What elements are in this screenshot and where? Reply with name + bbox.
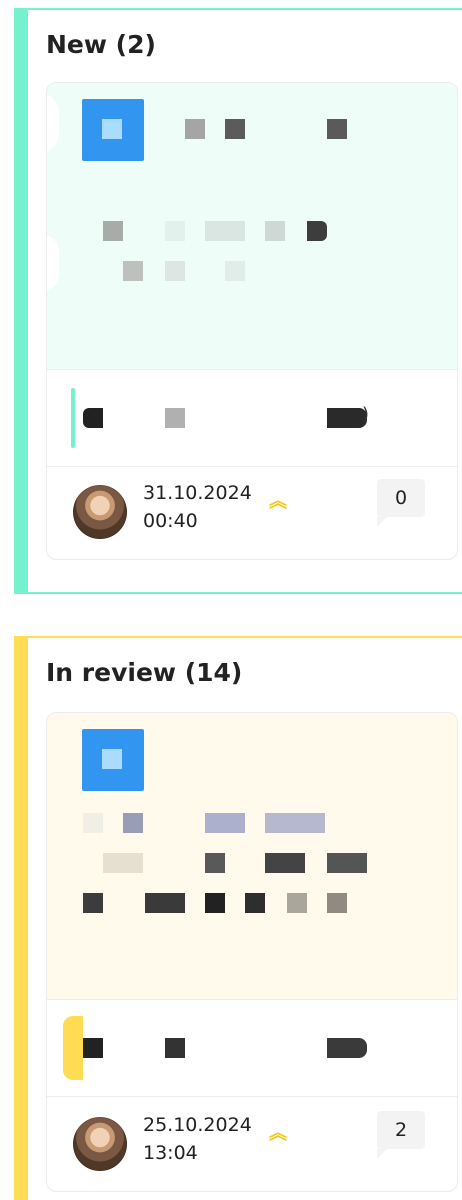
chevrons-up-icon: ︽	[269, 1123, 287, 1144]
card-preview	[47, 83, 457, 369]
card-date: 31.10.2024 00:40	[143, 482, 252, 532]
status-accent	[71, 388, 75, 448]
card-meta	[47, 999, 457, 1097]
app-tile-icon	[82, 99, 144, 161]
blurred-text	[145, 893, 185, 913]
column-in-review: In review (14) 25.10.2024 13:04 ︽ 2	[14, 636, 462, 1200]
blurred-text	[103, 853, 143, 873]
status-accent	[63, 1016, 83, 1080]
blurred-text	[327, 893, 347, 913]
blurred-text	[327, 119, 347, 139]
blurred-text	[307, 221, 327, 241]
blurred-text	[205, 853, 225, 873]
blurred-text	[265, 853, 305, 873]
blurred-text	[205, 893, 225, 913]
blurred-text	[327, 853, 367, 873]
blurred-text	[123, 813, 143, 833]
blurred-text	[83, 408, 103, 428]
blurred-text	[327, 1038, 367, 1058]
avatar[interactable]	[73, 1117, 127, 1171]
blurred-text	[265, 221, 285, 241]
task-card[interactable]: ) 31.10.2024 00:40 ︽ 0	[46, 82, 458, 560]
blurred-text	[185, 119, 205, 139]
blurred-text	[123, 261, 143, 281]
task-card[interactable]: 25.10.2024 13:04 ︽ 2	[46, 712, 458, 1192]
card-preview	[47, 713, 457, 999]
comment-count[interactable]: 2	[377, 1111, 425, 1159]
blurred-text	[225, 261, 245, 281]
meta-symbol: )	[361, 404, 369, 425]
comment-count[interactable]: 0	[377, 479, 425, 527]
app-tile-icon	[82, 729, 144, 791]
blurred-text	[245, 893, 265, 913]
avatar[interactable]	[73, 485, 127, 539]
blurred-text	[205, 221, 245, 241]
card-meta: )	[47, 369, 457, 467]
column-title: New (2)	[46, 30, 156, 59]
blurred-text	[165, 408, 185, 428]
column-new: New (2) ) 31.10.2024 00:40 ︽ 0	[14, 8, 462, 594]
blurred-text	[83, 893, 103, 913]
blurred-text	[225, 119, 245, 139]
card-footer: 31.10.2024 00:40 ︽ 0	[47, 463, 457, 559]
card-date: 25.10.2024 13:04	[143, 1114, 252, 1164]
decorative-shape	[47, 233, 59, 293]
chevrons-up-icon: ︽	[269, 491, 287, 512]
blurred-text	[165, 221, 185, 241]
card-footer: 25.10.2024 13:04 ︽ 2	[47, 1095, 457, 1191]
blurred-text	[265, 813, 325, 833]
blurred-text	[165, 261, 185, 281]
blurred-text	[83, 813, 103, 833]
blurred-text	[287, 893, 307, 913]
blurred-text	[205, 813, 245, 833]
blurred-text	[103, 221, 123, 241]
column-title: In review (14)	[46, 658, 243, 687]
decorative-shape	[47, 93, 59, 153]
blurred-text	[83, 1038, 103, 1058]
blurred-text	[165, 1038, 185, 1058]
